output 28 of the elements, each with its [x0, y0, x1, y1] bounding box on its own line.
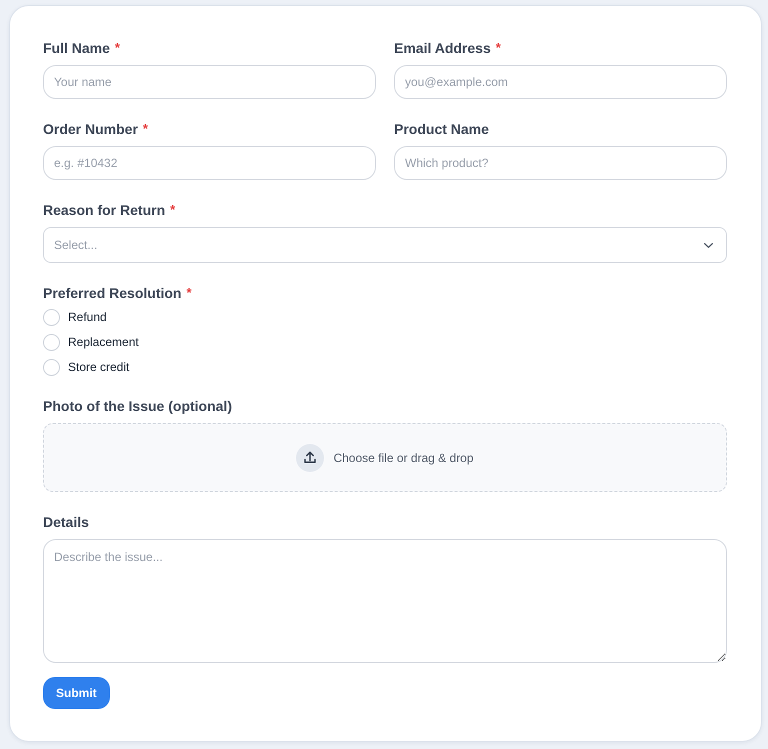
textarea-field[interactable]: Describe the issue... — [43, 539, 727, 663]
radio-button[interactable] — [43, 309, 60, 326]
field-label: Preferred Resolution — [43, 284, 182, 302]
input-field[interactable]: Which product? — [394, 146, 727, 180]
required-asterisk: * — [170, 201, 176, 219]
required-asterisk: * — [496, 39, 501, 57]
input-field[interactable]: Your name — [43, 65, 376, 99]
chevron-down-icon — [704, 242, 713, 248]
radio-button[interactable] — [43, 334, 60, 351]
field-label: Reason for Return — [43, 201, 166, 219]
radio-label[interactable]: Replacement — [68, 334, 139, 351]
upload-icon — [296, 444, 324, 472]
radio-button[interactable] — [43, 359, 60, 376]
field-label: Details — [43, 513, 89, 531]
radio-label[interactable]: Refund — [68, 309, 107, 326]
radio-label[interactable]: Store credit — [68, 359, 130, 376]
field-label: Full Name — [43, 39, 110, 57]
field-label: Product Name — [394, 120, 489, 138]
field-label: Photo of the Issue (optional) — [43, 397, 232, 415]
file-dropzone[interactable]: Choose file or drag & drop — [43, 423, 727, 492]
field-label: Email Address — [394, 39, 491, 57]
submit-button[interactable]: Submit — [43, 677, 110, 709]
input-field[interactable]: you@example.com — [394, 65, 727, 99]
required-asterisk: * — [186, 284, 192, 302]
required-asterisk: * — [114, 39, 120, 57]
input-field[interactable]: e.g. #10432 — [43, 146, 376, 180]
required-asterisk: * — [142, 120, 148, 138]
field-label: Order Number — [43, 120, 138, 138]
